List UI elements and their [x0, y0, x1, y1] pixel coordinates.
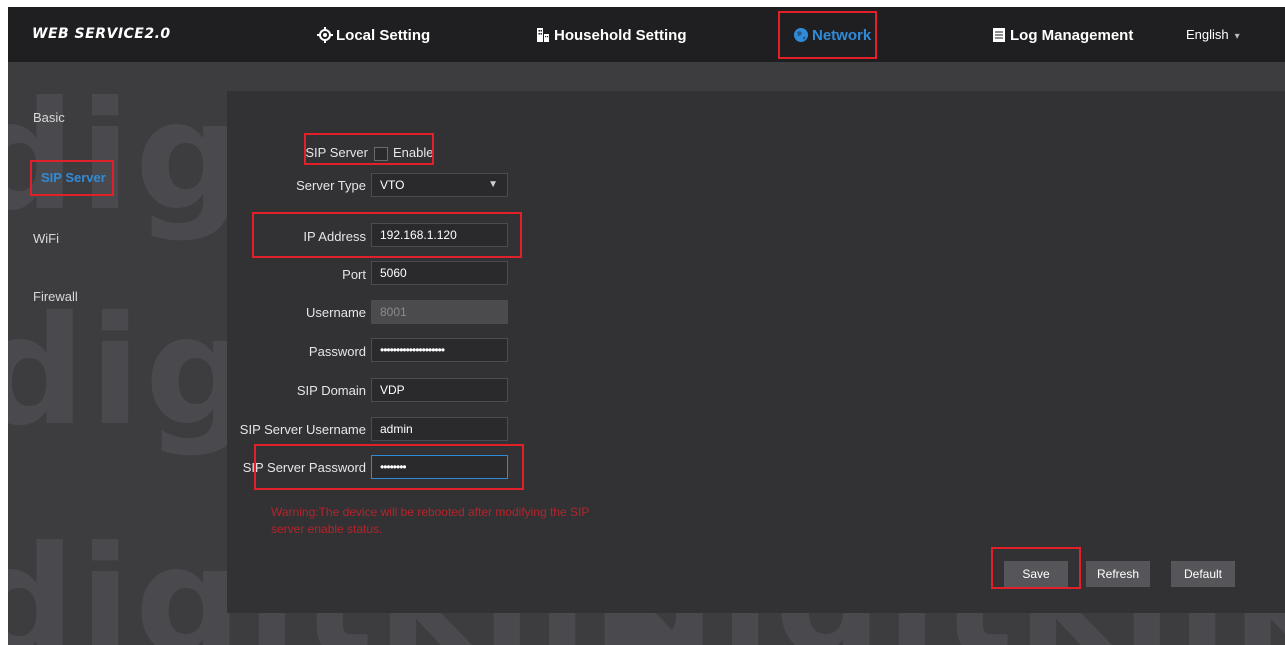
sip-server-username-field[interactable]: admin: [371, 417, 508, 441]
reboot-warning: Warning:The device will be rebooted afte…: [271, 505, 590, 536]
chevron-down-icon: ▾: [1234, 31, 1240, 42]
refresh-button[interactable]: Refresh: [1086, 561, 1150, 587]
port-field[interactable]: 5060: [371, 261, 508, 285]
building-icon: [535, 27, 551, 43]
sip-server-password-label: SIP Server Password: [242, 460, 366, 475]
nav-label: Log Management: [1010, 26, 1134, 44]
gear-icon: [317, 27, 333, 43]
document-icon: [991, 27, 1007, 43]
sip-server-password-field[interactable]: ••••••••: [371, 455, 508, 479]
password-field[interactable]: ••••••••••••••••••••: [371, 338, 508, 362]
nav-label: Local Setting: [336, 26, 431, 44]
server-type-select[interactable]: VTO ▼: [371, 173, 508, 197]
default-button[interactable]: Default: [1171, 561, 1235, 587]
nav-household-setting[interactable]: Household Setting: [535, 19, 687, 51]
sidebar-item-firewall[interactable]: Firewall: [33, 289, 78, 304]
sip-server-username-label: SIP Server Username: [239, 422, 366, 437]
server-type-label: Server Type: [296, 178, 366, 193]
globe-icon: [793, 27, 809, 43]
password-label: Password: [308, 344, 366, 359]
language-select[interactable]: English ▾: [1186, 27, 1240, 42]
enable-checkbox[interactable]: [374, 147, 388, 161]
chevron-down-icon: ▼: [488, 179, 498, 190]
sip-domain-field[interactable]: VDP: [371, 378, 508, 402]
server-type-value: VTO: [380, 178, 405, 192]
save-button[interactable]: Save: [1004, 561, 1068, 587]
top-navigation-bar: WEB SERVICE2.0 Local Setting Household S…: [8, 7, 1285, 62]
sidebar-item-basic[interactable]: Basic: [33, 110, 65, 125]
nav-local-setting[interactable]: Local Setting: [317, 19, 430, 51]
nav-label: Household Setting: [554, 26, 687, 44]
sip-domain-label: SIP Domain: [296, 383, 366, 398]
port-label: Port: [342, 267, 366, 282]
ip-address-field[interactable]: 192.168.1.120: [371, 223, 508, 247]
nav-log-management[interactable]: Log Management: [991, 19, 1133, 51]
ip-address-label: IP Address: [303, 229, 366, 244]
language-label: English: [1186, 27, 1229, 42]
brand-title: WEB SERVICE2.0: [32, 26, 171, 42]
username-field[interactable]: 8001: [371, 300, 508, 324]
nav-label: Network: [812, 26, 872, 44]
enable-label: Enable: [393, 145, 434, 160]
nav-network[interactable]: Network: [793, 19, 871, 51]
username-label: Username: [306, 305, 366, 320]
app-window: digitklik digitklik digitklik digitklik …: [8, 7, 1285, 645]
sip-server-label: SIP Server: [305, 145, 368, 160]
